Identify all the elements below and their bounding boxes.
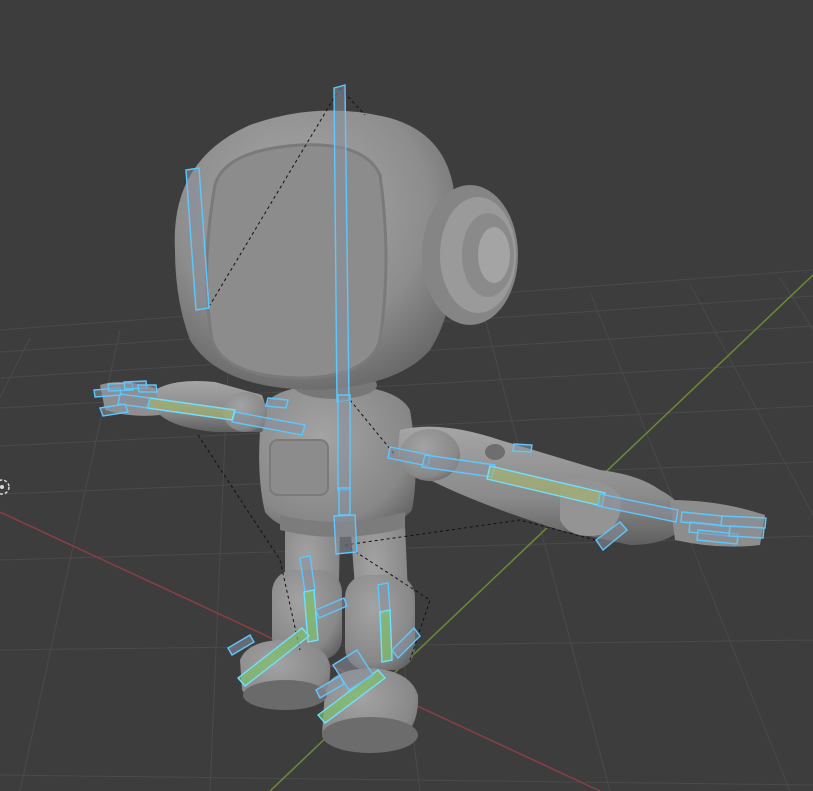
3d-cursor-icon[interactable] [0, 479, 10, 495]
bone-neck[interactable] [337, 394, 351, 491]
viewport-scene[interactable] [0, 0, 813, 791]
bone-hips[interactable] [333, 514, 358, 555]
bone-clavicle-r[interactable] [512, 443, 533, 453]
bone-clavicle-l[interactable] [265, 397, 289, 409]
bone-finger-l-4[interactable] [137, 384, 158, 393]
bone-spine[interactable] [338, 487, 351, 516]
3d-viewport[interactable] [0, 0, 813, 791]
bone-thigh-r[interactable] [377, 582, 391, 615]
bone-finger-r-5[interactable] [728, 525, 765, 539]
bone-shin-r[interactable] [379, 609, 393, 663]
